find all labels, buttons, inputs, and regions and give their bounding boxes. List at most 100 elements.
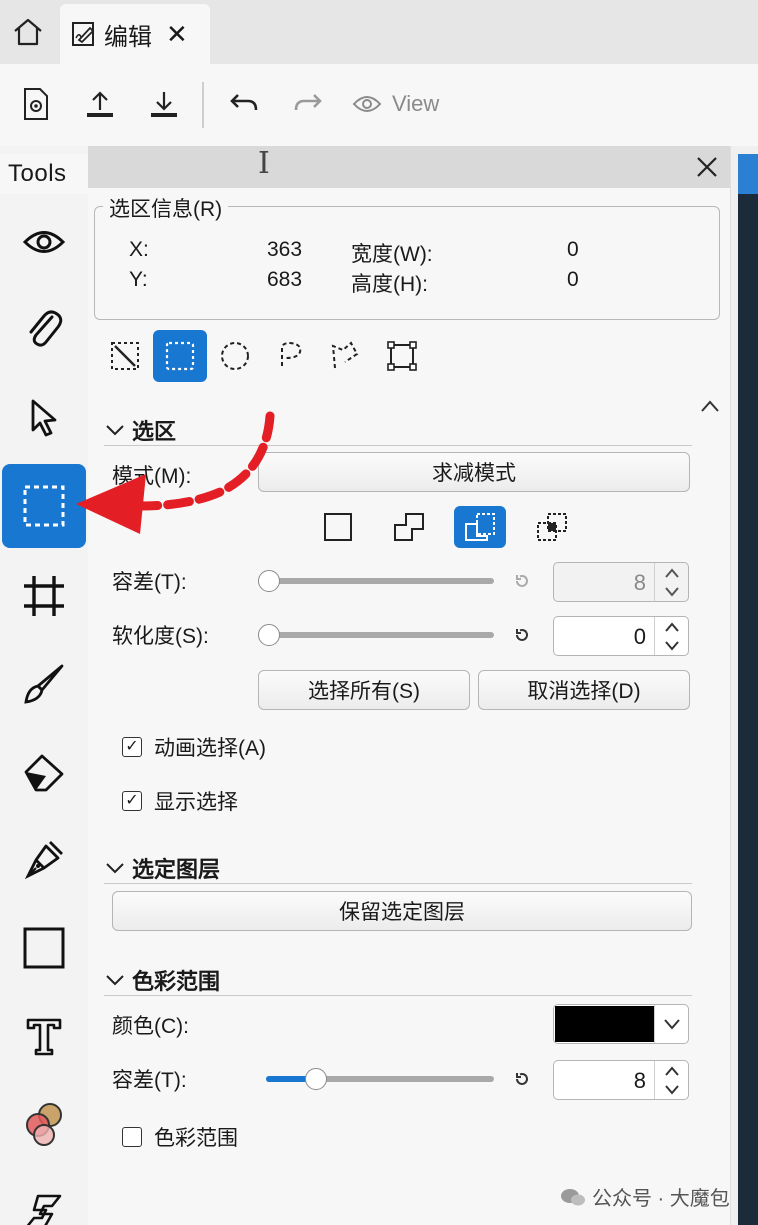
tab-close-icon[interactable]: ✕ xyxy=(166,21,188,47)
chevron-up-icon xyxy=(664,567,679,578)
feather-spin-arrows[interactable] xyxy=(654,617,688,655)
tab-edit[interactable]: 编辑 ✕ xyxy=(60,4,210,64)
animate-selection-label: 动画选择(A) xyxy=(154,737,266,760)
chevron-down-icon xyxy=(106,974,124,985)
shape-tool-polygon-lasso[interactable] xyxy=(318,330,372,382)
color-tolerance-thumb[interactable] xyxy=(305,1068,328,1090)
right-dock-tab[interactable] xyxy=(738,154,758,194)
chevron-up-icon xyxy=(664,1065,679,1076)
color-tolerance-slider[interactable] xyxy=(258,1068,494,1090)
chevron-down-icon xyxy=(664,640,679,651)
tab-bar: 编辑 ✕ xyxy=(0,0,758,64)
edit-document-icon xyxy=(72,22,95,46)
undo-button[interactable] xyxy=(222,82,266,126)
intersect-selection-icon xyxy=(537,513,567,541)
rail-item-crop[interactable] xyxy=(2,554,86,638)
color-tolerance-spinbox[interactable]: 8 xyxy=(553,1060,689,1100)
text-cursor-icon: I xyxy=(258,146,270,181)
rail-item-rectangle[interactable] xyxy=(2,906,86,990)
upload-button[interactable] xyxy=(78,82,122,126)
feather-reset-button[interactable] xyxy=(512,625,532,645)
checkbox-box[interactable]: ✓ xyxy=(122,791,142,811)
section-selected-layer-title: 选定图层 xyxy=(132,856,221,882)
settings-doc-button[interactable] xyxy=(14,82,58,126)
selection-info-title: 选区信息(R) xyxy=(103,193,229,223)
tolerance-value: 8 xyxy=(633,570,646,595)
tolerance-spin-arrows[interactable] xyxy=(654,563,688,601)
arrow-pointer-icon xyxy=(31,399,57,437)
tolerance-label: 容差(T): xyxy=(112,571,187,594)
mode-select[interactable]: 求减模式 xyxy=(258,452,690,492)
keep-selected-layer-button[interactable]: 保留选定图层 xyxy=(112,891,692,931)
rail-item-eraser[interactable] xyxy=(2,730,86,814)
rail-item-blend[interactable] xyxy=(2,1082,86,1166)
mode-add-button[interactable] xyxy=(383,506,435,548)
rail-item-brush[interactable] xyxy=(2,642,86,726)
color-label: 颜色(C): xyxy=(112,1015,189,1038)
collapse-all-button[interactable] xyxy=(694,390,726,422)
checkbox-box[interactable]: ✓ xyxy=(122,737,142,757)
rail-item-script[interactable] xyxy=(2,1170,86,1225)
reset-icon xyxy=(516,628,528,641)
paperclip-icon xyxy=(29,310,63,347)
width-value: 0 xyxy=(567,238,579,261)
color-dropdown-button[interactable] xyxy=(654,1005,688,1043)
home-button[interactable] xyxy=(6,10,50,54)
deselect-button[interactable]: 取消选择(D) xyxy=(478,670,690,710)
color-picker[interactable] xyxy=(553,1004,689,1044)
check-icon: ✓ xyxy=(125,738,139,755)
wechat-icon xyxy=(561,1188,585,1205)
script-icon xyxy=(26,1194,62,1225)
redo-button[interactable] xyxy=(286,82,330,126)
rail-item-text[interactable] xyxy=(2,994,86,1078)
rail-item-attach[interactable] xyxy=(2,288,86,372)
section-selected-layer-header[interactable]: 选定图层 xyxy=(104,852,692,884)
show-selection-checkbox[interactable]: ✓ 显示选择 xyxy=(122,786,238,816)
feather-thumb[interactable] xyxy=(258,624,280,646)
panel-close-button[interactable] xyxy=(690,150,724,184)
color-blend-icon xyxy=(26,1103,62,1146)
rail-item-view[interactable] xyxy=(2,200,86,284)
shape-tool-transform[interactable] xyxy=(375,330,429,382)
add-selection-icon xyxy=(394,513,424,541)
mode-new-button[interactable] xyxy=(312,506,364,548)
eye-icon xyxy=(352,96,382,112)
home-icon xyxy=(14,18,42,46)
view-button[interactable]: View xyxy=(352,82,462,126)
rail-item-pen[interactable] xyxy=(2,818,86,902)
feather-spinbox[interactable]: 0 xyxy=(553,616,689,656)
color-tolerance-spin-arrows[interactable] xyxy=(654,1061,688,1099)
pen-icon xyxy=(24,841,63,880)
height-value: 0 xyxy=(567,268,579,291)
checkbox-box[interactable]: ✓ xyxy=(122,1127,142,1147)
tolerance-reset-button[interactable] xyxy=(512,571,532,591)
color-tolerance-value: 8 xyxy=(633,1068,646,1093)
undo-icon xyxy=(230,94,258,111)
download-button[interactable] xyxy=(142,82,186,126)
color-range-checkbox[interactable]: ✓ 色彩范围 xyxy=(122,1122,238,1152)
rectangle-icon xyxy=(23,927,65,969)
color-swatch[interactable] xyxy=(555,1006,655,1042)
animate-selection-checkbox[interactable]: ✓ 动画选择(A) xyxy=(122,732,266,762)
select-all-button[interactable]: 选择所有(S) xyxy=(258,670,470,710)
tolerance-spinbox[interactable]: 8 xyxy=(553,562,689,602)
eye-icon xyxy=(23,231,65,253)
watermark: 公众号 · 大魔包 xyxy=(560,1182,730,1211)
mode-intersect-button[interactable] xyxy=(526,506,578,548)
tolerance-thumb[interactable] xyxy=(258,570,280,592)
section-color-range-header[interactable]: 色彩范围 xyxy=(104,964,692,996)
shape-tool-lasso[interactable] xyxy=(263,330,317,382)
color-range-label: 色彩范围 xyxy=(154,1127,238,1150)
shape-tool-magic[interactable] xyxy=(98,330,152,382)
mode-subtract-button[interactable] xyxy=(454,506,506,548)
feather-slider[interactable] xyxy=(258,624,494,646)
tolerance-slider[interactable] xyxy=(258,570,494,592)
chevron-up-icon xyxy=(664,621,679,632)
chevron-up-icon xyxy=(701,400,719,412)
shape-tool-ellipse[interactable] xyxy=(208,330,262,382)
color-tolerance-reset-button[interactable] xyxy=(512,1069,532,1089)
shape-tool-rect[interactable] xyxy=(153,330,207,382)
tools-title: Tools xyxy=(0,154,88,194)
download-icon xyxy=(151,92,177,117)
close-icon xyxy=(697,157,717,177)
